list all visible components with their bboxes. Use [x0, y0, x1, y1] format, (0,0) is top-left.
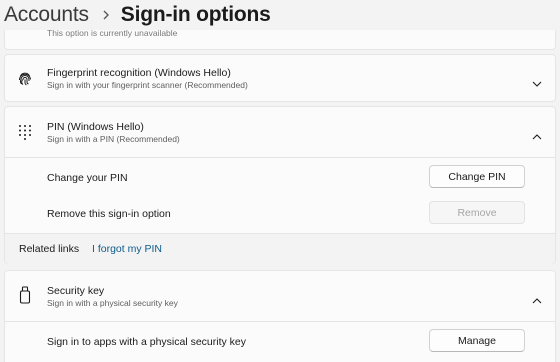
fingerprint-subtitle: Sign in with your fingerprint scanner (R…: [47, 80, 248, 90]
security-key-card: Security key Sign in with a physical sec…: [4, 270, 556, 362]
change-pin-button[interactable]: Change PIN: [429, 165, 525, 188]
usb-key-icon: [17, 286, 33, 304]
pin-title: PIN (Windows Hello): [47, 121, 144, 133]
fingerprint-icon: [17, 70, 33, 88]
remove-pin-row: Remove this sign-in option Remove: [5, 196, 555, 232]
breadcrumb-separator-icon: [101, 8, 111, 22]
related-links: Related links I forgot my PIN: [5, 233, 555, 264]
security-key-header[interactable]: Security key Sign in with a physical sec…: [5, 271, 555, 321]
security-key-title: Security key: [47, 285, 105, 297]
chevron-down-icon[interactable]: [531, 75, 543, 87]
breadcrumb-parent[interactable]: Accounts: [4, 3, 89, 27]
manage-button[interactable]: Manage: [429, 329, 525, 352]
related-links-label: Related links: [19, 243, 80, 255]
change-pin-row: Change your PIN Change PIN: [5, 158, 555, 194]
remove-pin-label: Remove this sign-in option: [47, 208, 171, 220]
chevron-up-icon[interactable]: [531, 292, 543, 304]
fingerprint-title: Fingerprint recognition (Windows Hello): [47, 67, 231, 79]
breadcrumb-overlay: Accounts Sign-in options: [0, 0, 560, 30]
fingerprint-card[interactable]: Fingerprint recognition (Windows Hello) …: [4, 54, 556, 102]
chevron-up-icon[interactable]: [531, 128, 543, 140]
change-pin-label: Change your PIN: [47, 172, 128, 184]
manage-key-row: Sign in to apps with a physical security…: [5, 322, 555, 362]
page-heading: Sign-in options: [120, 3, 271, 26]
manage-key-label: Sign in to apps with a physical security…: [47, 336, 247, 348]
security-key-subtitle: Sign in with a physical security key: [47, 298, 178, 308]
forgot-pin-link[interactable]: I forgot my PIN: [92, 243, 162, 255]
pin-card: PIN (Windows Hello) Sign in with a PIN (…: [4, 106, 556, 264]
pin-subtitle: Sign in with a PIN (Recommended): [47, 134, 180, 144]
pin-header[interactable]: PIN (Windows Hello) Sign in with a PIN (…: [5, 107, 555, 157]
keypad-icon: [17, 123, 33, 141]
remove-pin-button[interactable]: Remove: [429, 201, 525, 224]
